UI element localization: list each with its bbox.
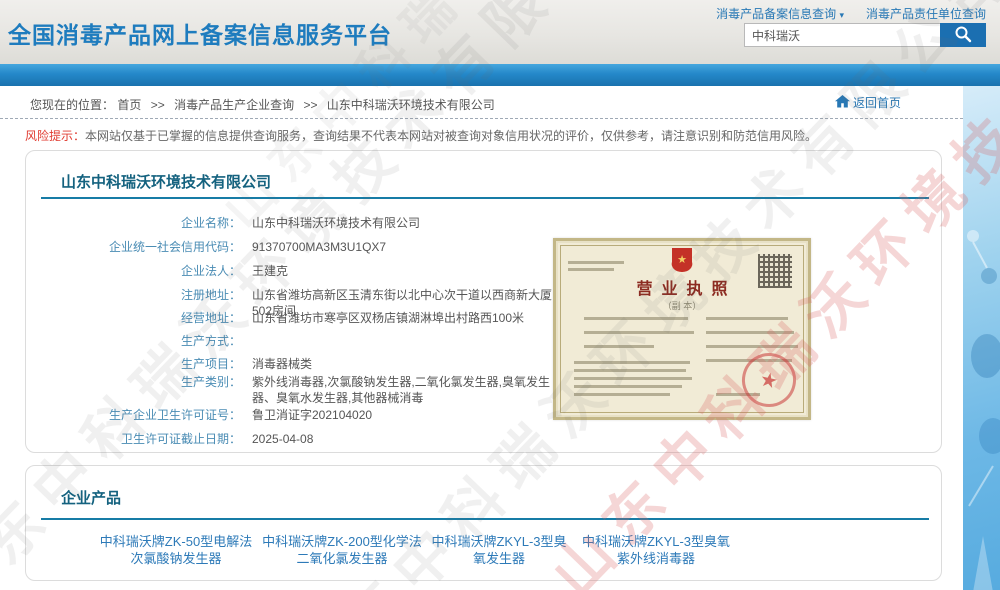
license-text-line bbox=[574, 393, 670, 396]
nav-link-backup-query[interactable]: 消毒产品备案信息查询 ▾ bbox=[716, 7, 844, 21]
field-value: 91370700MA3M3U1QX7 bbox=[252, 239, 554, 255]
breadcrumb-current: 山东中科瑞沃环境技术有限公司 bbox=[327, 98, 495, 112]
molecule-icon bbox=[963, 206, 1000, 590]
search-button[interactable] bbox=[940, 23, 986, 47]
field-label: 生产类别： bbox=[36, 374, 241, 390]
title-divider bbox=[41, 197, 929, 199]
field-value: 紫外线消毒器,次氯酸钠发生器,二氧化氯发生器,臭氧发生器、臭氧水发生器,其他器械… bbox=[252, 374, 554, 406]
field-value: 鲁卫消证字202104020 bbox=[252, 407, 554, 423]
business-license-image: ★ 营业执照 （副 本） ★ bbox=[553, 238, 811, 420]
field-label: 注册地址： bbox=[36, 287, 241, 303]
breadcrumb-bar: 您现在的位置： 首页 >> 消毒产品生产企业查询 >> 山东中科瑞沃环境技术有限… bbox=[0, 86, 963, 119]
chevron-down-icon: ▾ bbox=[839, 10, 844, 20]
company-info-panel: 山东中科瑞沃环境技术有限公司 企业名称： 山东中科瑞沃环境技术有限公司 企业统一社… bbox=[25, 150, 942, 453]
license-text-line bbox=[584, 331, 694, 334]
field-row-business-address: 经营地址： 山东省潍坊市寒亭区双杨店镇湖淋埠出村路西100米 bbox=[36, 310, 566, 326]
company-title: 山东中科瑞沃环境技术有限公司 bbox=[61, 171, 271, 192]
breadcrumb-home-link[interactable]: 首页 bbox=[117, 98, 141, 112]
risk-notice: 风险提示：本网站仅基于已掌握的信息提供查询服务，查询结果不代表本网站对被查询对象… bbox=[25, 129, 817, 144]
field-value: 消毒器械类 bbox=[252, 356, 554, 372]
product-link-zkyl3-ozone[interactable]: 中科瑞沃牌ZKYL-3型臭氧发生器 bbox=[428, 533, 570, 567]
license-text-line bbox=[706, 317, 788, 320]
license-text-line bbox=[706, 345, 798, 348]
product-link-zk200[interactable]: 中科瑞沃牌ZK-200型化学法二氧化氯发生器 bbox=[262, 533, 422, 567]
search-icon bbox=[954, 31, 972, 46]
license-text-line bbox=[706, 331, 794, 334]
field-row-legal-person: 企业法人： 王建克 bbox=[36, 263, 566, 279]
field-row-production-category: 生产类别： 紫外线消毒器,次氯酸钠发生器,二氧化氯发生器,臭氧发生器、臭氧水发生器… bbox=[36, 374, 566, 406]
field-label: 生产项目： bbox=[36, 356, 241, 372]
risk-notice-label: 风险提示： bbox=[25, 129, 85, 143]
side-decor-background bbox=[963, 86, 1000, 590]
field-value: 王建克 bbox=[252, 263, 554, 279]
field-label: 经营地址： bbox=[36, 310, 241, 326]
products-title: 企业产品 bbox=[61, 487, 121, 508]
top-nav: 消毒产品备案信息查询 ▾消毒产品责任单位查询 bbox=[716, 5, 986, 22]
field-label: 企业法人： bbox=[36, 263, 241, 279]
search-bar bbox=[744, 23, 986, 47]
field-label: 生产企业卫生许可证号： bbox=[36, 407, 241, 423]
national-emblem-icon: ★ bbox=[668, 246, 696, 274]
breadcrumb-prefix: 您现在的位置： bbox=[30, 98, 114, 112]
field-row-license-expiry: 卫生许可证截止日期： 2025-04-08 bbox=[36, 431, 566, 447]
license-title: 营业执照 bbox=[556, 275, 808, 299]
field-label: 企业统一社会信用代码： bbox=[36, 239, 241, 255]
field-label: 生产方式： bbox=[36, 333, 241, 349]
product-links: 中科瑞沃牌ZK-50型电解法次氯酸钠发生器 中科瑞沃牌ZK-200型化学法二氧化… bbox=[96, 533, 736, 567]
field-value: 山东中科瑞沃环境技术有限公司 bbox=[252, 215, 554, 231]
field-value: 2025-04-08 bbox=[252, 431, 554, 447]
breadcrumb-separator: >> bbox=[303, 98, 317, 112]
breadcrumb-category-link[interactable]: 消毒产品生产企业查询 bbox=[174, 98, 294, 112]
license-text-line bbox=[568, 261, 624, 264]
license-text-line bbox=[574, 377, 692, 380]
field-row-company-name: 企业名称： 山东中科瑞沃环境技术有限公司 bbox=[36, 215, 566, 231]
breadcrumb-separator: >> bbox=[151, 98, 165, 112]
return-home-link[interactable]: 返回首页 bbox=[835, 94, 901, 111]
license-text-line bbox=[574, 385, 682, 388]
field-row-production-method: 生产方式： bbox=[36, 333, 566, 349]
site-title: 全国消毒产品网上备案信息服务平台 bbox=[8, 16, 392, 50]
field-label: 企业名称： bbox=[36, 215, 241, 231]
field-label: 卫生许可证截止日期： bbox=[36, 431, 241, 447]
products-panel: 企业产品 中科瑞沃牌ZK-50型电解法次氯酸钠发生器 中科瑞沃牌ZK-200型化… bbox=[25, 465, 942, 581]
license-text-line bbox=[574, 369, 686, 372]
field-row-production-item: 生产项目： 消毒器械类 bbox=[36, 356, 566, 372]
nav-bar bbox=[0, 64, 1000, 86]
page: 全国消毒产品网上备案信息服务平台 消毒产品备案信息查询 ▾消毒产品责任单位查询 bbox=[0, 0, 1000, 590]
product-link-zkyl3-uv[interactable]: 中科瑞沃牌ZKYL-3型臭氧紫外线消毒器 bbox=[576, 533, 736, 567]
license-text-line bbox=[568, 268, 614, 271]
home-icon bbox=[835, 95, 850, 111]
nav-link-backup-query-label: 消毒产品备案信息查询 bbox=[716, 7, 836, 21]
title-divider bbox=[41, 518, 929, 520]
breadcrumb: 您现在的位置： 首页 >> 消毒产品生产企业查询 >> 山东中科瑞沃环境技术有限… bbox=[30, 96, 495, 113]
risk-notice-text: 本网站仅基于已掌握的信息提供查询服务，查询结果不代表本网站对被查询对象信用状况的… bbox=[85, 129, 817, 143]
license-text-line bbox=[584, 317, 688, 320]
product-link-zk50[interactable]: 中科瑞沃牌ZK-50型电解法次氯酸钠发生器 bbox=[96, 533, 256, 567]
license-text-line bbox=[584, 345, 654, 348]
search-input[interactable] bbox=[744, 23, 940, 47]
field-value: 山东省潍坊市寒亭区双杨店镇湖淋埠出村路西100米 bbox=[252, 310, 554, 326]
license-text-line bbox=[574, 361, 690, 364]
svg-text:★: ★ bbox=[677, 254, 687, 266]
return-home-label: 返回首页 bbox=[853, 94, 901, 111]
site-header: 全国消毒产品网上备案信息服务平台 消毒产品备案信息查询 ▾消毒产品责任单位查询 bbox=[0, 0, 1000, 64]
license-subtitle: （副 本） bbox=[556, 299, 808, 312]
field-row-license-number: 生产企业卫生许可证号： 鲁卫消证字202104020 bbox=[36, 407, 566, 423]
field-row-credit-code: 企业统一社会信用代码： 91370700MA3M3U1QX7 bbox=[36, 239, 566, 255]
